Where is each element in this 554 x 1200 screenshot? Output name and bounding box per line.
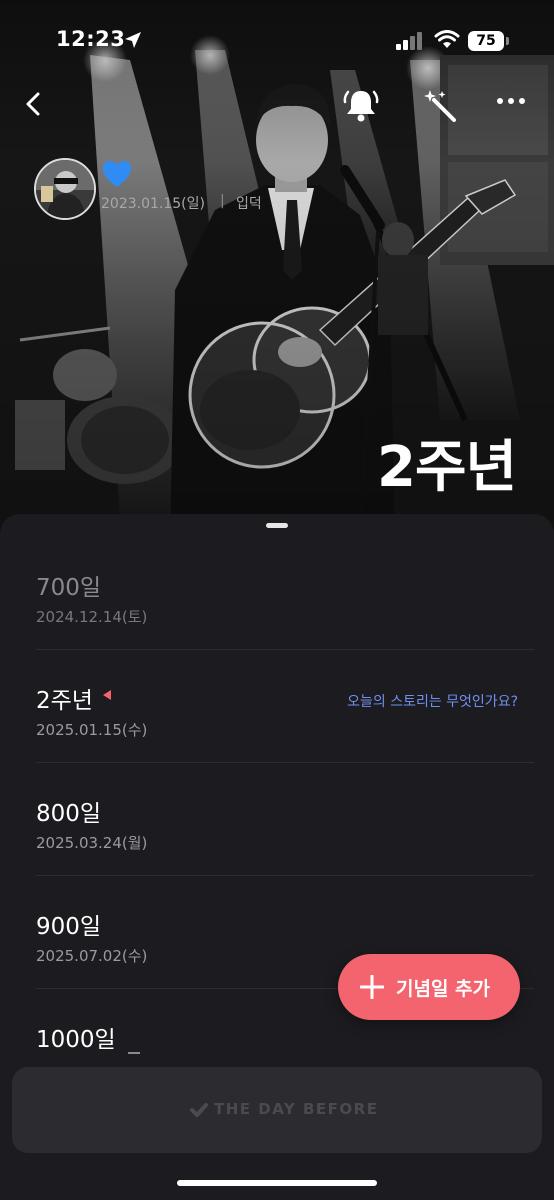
- anniversary-row-today[interactable]: 2주년 2025.01.15(수) 오늘의 스토리는 무엇인가요?: [0, 681, 554, 794]
- anniversary-row[interactable]: 700일 2024.12.14(토): [0, 568, 554, 681]
- current-anniversary-title: 2주년: [376, 435, 517, 500]
- avatar-image: [36, 160, 94, 218]
- status-bar: 12:23 75: [0, 24, 554, 60]
- battery-indicator: 75: [468, 31, 504, 51]
- bottom-banner[interactable]: THE DAY BEFORE: [12, 1067, 542, 1153]
- checkmark-logo-icon: [190, 1103, 208, 1117]
- plus-icon: [360, 975, 384, 999]
- home-indicator[interactable]: [177, 1180, 377, 1186]
- profile-avatar[interactable]: [34, 158, 96, 220]
- fandom-status: 입덕: [236, 196, 262, 212]
- app-logo-text: THE DAY BEFORE: [214, 1100, 379, 1118]
- anniversary-title: 2주년: [36, 688, 93, 714]
- anniversary-date: 2025.03.24(월): [36, 834, 148, 852]
- today-marker-icon: [103, 690, 111, 700]
- magic-wand-icon[interactable]: [422, 88, 460, 126]
- hero-banner: 12:23 75 2023.01.15(일) | 입덕 2주년: [0, 0, 554, 540]
- partial-date-fragment: [128, 1052, 140, 1054]
- anniversary-date: 2025.07.02(수): [36, 947, 148, 965]
- anniversary-row[interactable]: 800일 2025.03.24(월): [0, 794, 554, 907]
- add-anniversary-label: 기념일 추가: [396, 978, 491, 1000]
- battery-cap: [506, 37, 509, 45]
- bell-alarm-icon[interactable]: [342, 86, 380, 124]
- anniversary-title: 800일: [36, 801, 102, 827]
- blue-heart-icon: [103, 161, 131, 187]
- anniversary-title: 1000일: [36, 1027, 116, 1053]
- more-options-icon[interactable]: [496, 96, 526, 106]
- status-time: 12:23: [56, 27, 126, 51]
- back-arrow-icon[interactable]: [22, 90, 46, 118]
- wifi-icon: [434, 30, 460, 48]
- row-divider: [36, 649, 534, 650]
- anniversary-date: 2025.01.15(수): [36, 721, 148, 739]
- anniversary-title: 700일: [36, 575, 102, 601]
- today-story-link[interactable]: 오늘의 스토리는 무엇인가요?: [347, 691, 518, 711]
- anniversary-row[interactable]: 1000일: [0, 1020, 554, 1065]
- row-divider: [36, 875, 534, 876]
- location-arrow-icon: [125, 32, 141, 48]
- anniversary-title: 900일: [36, 914, 102, 940]
- separator: |: [220, 193, 225, 209]
- add-anniversary-button[interactable]: 기념일 추가: [338, 954, 520, 1020]
- row-divider: [36, 762, 534, 763]
- fandom-start-date: 2023.01.15(일): [101, 196, 205, 212]
- anniversary-date: 2024.12.14(토): [36, 608, 148, 626]
- sheet-drag-handle[interactable]: [266, 523, 288, 528]
- cellular-signal-icon: [396, 32, 422, 50]
